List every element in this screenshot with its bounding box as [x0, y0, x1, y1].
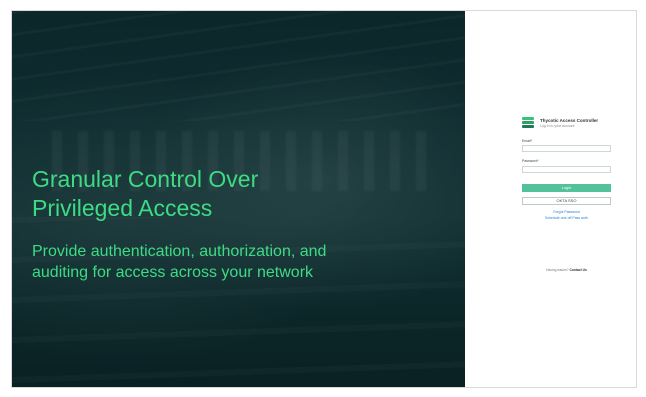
- login-panel: Thycotic Access Controller Log in to you…: [465, 11, 636, 387]
- footer-help-text: Having issues? Contact Us: [522, 268, 611, 272]
- brand-text: Thycotic Access Controller Log in to you…: [540, 118, 598, 129]
- email-field[interactable]: [522, 145, 611, 152]
- hero-title-line-2: Privileged Access: [32, 195, 213, 221]
- hero-title: Granular Control Over Privileged Access: [32, 165, 432, 223]
- password-field[interactable]: [522, 166, 611, 173]
- hero-panel: Granular Control Over Privileged Access …: [12, 11, 465, 387]
- brand-tagline: Log in to your account: [540, 123, 575, 128]
- stacked-layers-logo-icon: [522, 117, 534, 129]
- brand-header: Thycotic Access Controller Log in to you…: [522, 117, 598, 129]
- contact-us-link[interactable]: Contact Us: [569, 268, 586, 272]
- hero-subtitle: Provide authentication, authorization, a…: [32, 241, 452, 283]
- footer-help-label: Having issues?: [546, 268, 569, 272]
- schedule-pass-auth-link[interactable]: Schedule one-off Pass auth: [522, 216, 611, 220]
- hero-subtitle-line-2: auditing for access across your network: [32, 264, 314, 281]
- okta-sso-button[interactable]: OKTA SSO: [522, 197, 611, 205]
- app-window: Granular Control Over Privileged Access …: [11, 10, 637, 388]
- hero-title-line-1: Granular Control Over: [32, 166, 259, 192]
- password-label: Password*: [522, 159, 539, 163]
- email-label: Email*: [522, 139, 533, 143]
- forgot-password-link[interactable]: Forgot Password: [522, 210, 611, 214]
- hero-subtitle-line-1: Provide authentication, authorization, a…: [32, 243, 327, 260]
- login-button[interactable]: Login: [522, 184, 611, 192]
